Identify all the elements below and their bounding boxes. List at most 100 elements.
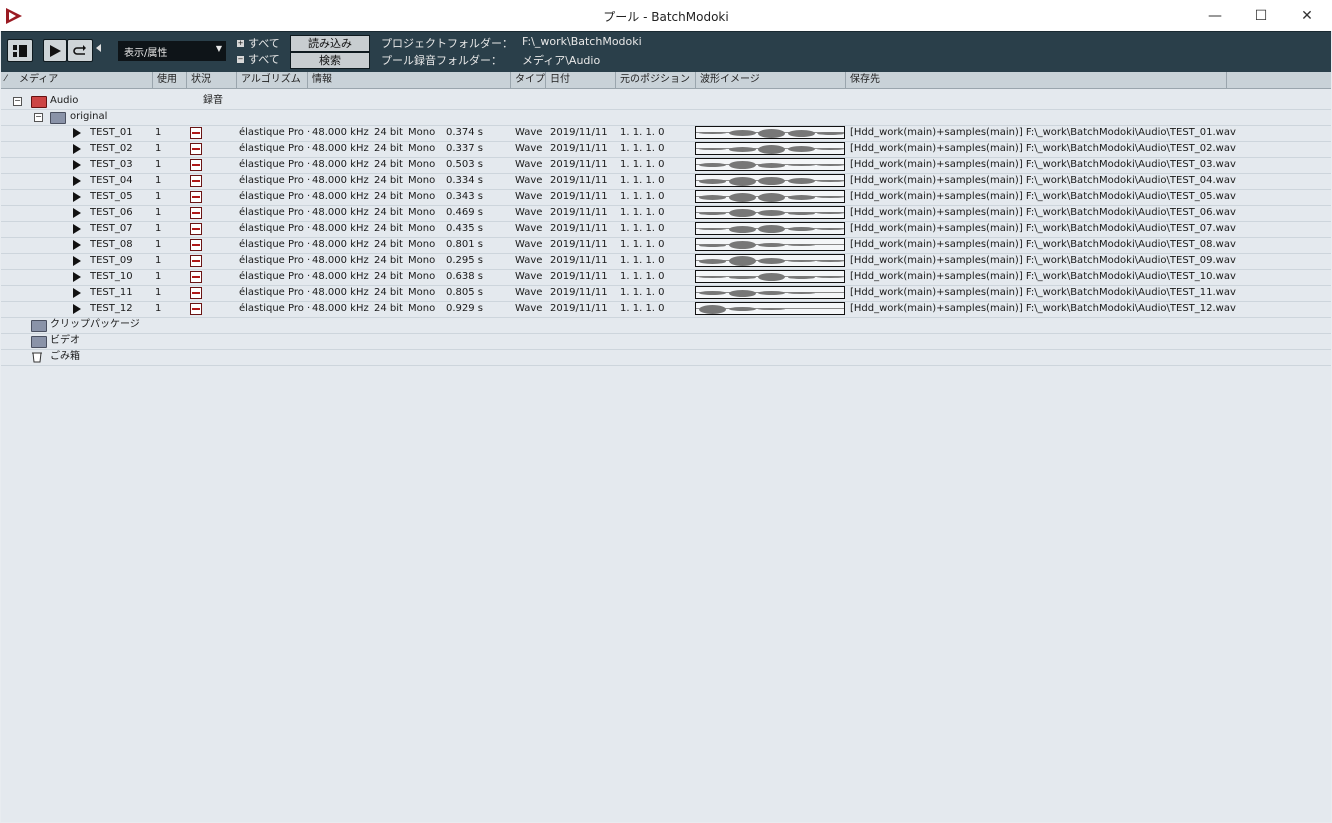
channels: Mono [408, 143, 436, 154]
col-path[interactable]: 保存先 [846, 72, 1227, 88]
file-type: Wave [515, 303, 543, 314]
file-name: TEST_12 [90, 303, 133, 314]
file-type: Wave [515, 159, 543, 170]
play-button[interactable] [43, 39, 67, 62]
caret-left-icon[interactable] [96, 44, 101, 52]
col-media[interactable]: メディア [1, 72, 153, 88]
loop-button[interactable] [67, 39, 93, 62]
play-icon[interactable] [73, 256, 81, 266]
file-name: TEST_09 [90, 255, 133, 266]
length: 0.435 s [446, 223, 484, 234]
expand-all-control[interactable]: + すべて [237, 36, 280, 50]
play-icon[interactable] [73, 208, 81, 218]
waveform-segment [788, 194, 815, 200]
waveform-segment [817, 276, 844, 278]
import-button[interactable]: 読み込み [290, 35, 370, 52]
length: 0.805 s [446, 287, 484, 298]
close-button[interactable]: ✕ [1284, 0, 1330, 31]
date: 2019/11/11 [550, 303, 608, 314]
file-row[interactable]: TEST_07 1 élastique Pro · 48.000 kHz 24 bit M… [1, 221, 1331, 238]
folder-row-original[interactable]: − original [1, 109, 1331, 126]
file-path: [Hdd_work(main)+samples(main)] F:\_work\… [850, 271, 1236, 282]
file-type: Wave [515, 127, 543, 138]
used-count: 1 [155, 207, 162, 218]
col-type[interactable]: タイプ [511, 72, 546, 88]
view-attribute-select[interactable]: 表示/属性 ▼ [118, 41, 226, 61]
status-icon [190, 223, 202, 235]
waveform-segment [788, 211, 815, 215]
file-row[interactable]: TEST_10 1 élastique Pro · 48.000 kHz 24 bit M… [1, 269, 1331, 286]
sample-rate: 48.000 kHz [312, 239, 369, 250]
waveform [695, 286, 845, 299]
collapse-all-control[interactable]: − すべて [237, 52, 280, 66]
waveform-segment [699, 276, 726, 278]
date: 2019/11/11 [550, 127, 608, 138]
file-row[interactable]: TEST_03 1 élastique Pro · 48.000 kHz 24 bit M… [1, 157, 1331, 174]
used-count: 1 [155, 255, 162, 266]
col-origin-position[interactable]: 元のポジション [616, 72, 696, 88]
file-row[interactable]: TEST_04 1 élastique Pro · 48.000 kHz 24 bit M… [1, 173, 1331, 190]
folder-row-clip-package[interactable]: クリップパッケージ [1, 317, 1331, 334]
col-date[interactable]: 日付 [546, 72, 616, 88]
file-row[interactable]: TEST_09 1 élastique Pro · 48.000 kHz 24 bit M… [1, 253, 1331, 270]
pool-record-folder-value[interactable]: メディア\Audio [522, 52, 600, 68]
play-icon[interactable] [73, 192, 81, 202]
play-icon[interactable] [73, 288, 81, 298]
folder-label-video: ビデオ [50, 335, 80, 346]
col-used[interactable]: 使用 [153, 72, 187, 88]
play-icon[interactable] [73, 240, 81, 250]
file-name: TEST_08 [90, 239, 133, 250]
file-row[interactable]: TEST_06 1 élastique Pro · 48.000 kHz 24 bit M… [1, 205, 1331, 222]
folder-label-original: original [70, 111, 108, 122]
sample-rate: 48.000 kHz [312, 303, 369, 314]
status-icon [190, 207, 202, 219]
length: 0.374 s [446, 127, 484, 138]
file-path: [Hdd_work(main)+samples(main)] F:\_work\… [850, 239, 1236, 250]
file-row[interactable]: TEST_05 1 élastique Pro · 48.000 kHz 24 bit M… [1, 189, 1331, 206]
file-row[interactable]: TEST_12 1 élastique Pro · 48.000 kHz 24 bit M… [1, 301, 1331, 318]
col-waveform[interactable]: 波形イメージ [696, 72, 846, 88]
waveform-segment [817, 131, 844, 135]
file-row[interactable]: TEST_11 1 élastique Pro · 48.000 kHz 24 bit M… [1, 285, 1331, 302]
folder-row-audio[interactable]: − Audio 録音 [1, 93, 1331, 110]
search-button[interactable]: 検索 [290, 52, 370, 69]
waveform-segment [729, 130, 756, 136]
play-icon[interactable] [73, 176, 81, 186]
sample-rate: 48.000 kHz [312, 127, 369, 138]
date: 2019/11/11 [550, 207, 608, 218]
file-row[interactable]: TEST_02 1 élastique Pro · 48.000 kHz 24 bit M… [1, 141, 1331, 158]
used-count: 1 [155, 127, 162, 138]
channels: Mono [408, 127, 436, 138]
origin-position: 1. 1. 1. 0 [620, 191, 665, 202]
waveform-segment [699, 211, 726, 215]
minimize-button[interactable]: — [1192, 0, 1238, 31]
file-row[interactable]: TEST_01 1 élastique Pro · 48.000 kHz 24 bit M… [1, 125, 1331, 142]
folder-row-trash[interactable]: ごみ箱 [1, 349, 1331, 366]
file-row[interactable]: TEST_08 1 élastique Pro · 48.000 kHz 24 bit M… [1, 237, 1331, 254]
col-status[interactable]: 状況 [187, 72, 237, 88]
play-icon[interactable] [73, 144, 81, 154]
length: 0.801 s [446, 239, 484, 250]
play-icon[interactable] [73, 160, 81, 170]
status-icon [190, 175, 202, 187]
collapse-icon[interactable]: − [34, 113, 43, 122]
collapse-icon[interactable]: − [13, 97, 22, 106]
sort-indicator-icon: ⁄ [5, 74, 7, 84]
status-icon [190, 287, 202, 299]
file-path: [Hdd_work(main)+samples(main)] F:\_work\… [850, 303, 1236, 314]
col-algorithm[interactable]: アルゴリズム [237, 72, 308, 88]
view-select-value: 表示/属性 [124, 48, 168, 59]
waveform-segment [729, 161, 756, 169]
col-info[interactable]: 情報 [308, 72, 511, 88]
waveform-segment [758, 128, 785, 138]
waveform-segment [758, 162, 785, 168]
play-icon[interactable] [73, 224, 81, 234]
waveform [695, 254, 845, 267]
folder-row-video[interactable]: ビデオ [1, 333, 1331, 350]
maximize-button[interactable]: ☐ [1238, 0, 1284, 31]
play-icon[interactable] [73, 128, 81, 138]
play-icon[interactable] [73, 272, 81, 282]
play-icon[interactable] [73, 304, 81, 314]
algorithm: élastique Pro · [239, 143, 311, 154]
inspector-button[interactable] [7, 39, 33, 62]
